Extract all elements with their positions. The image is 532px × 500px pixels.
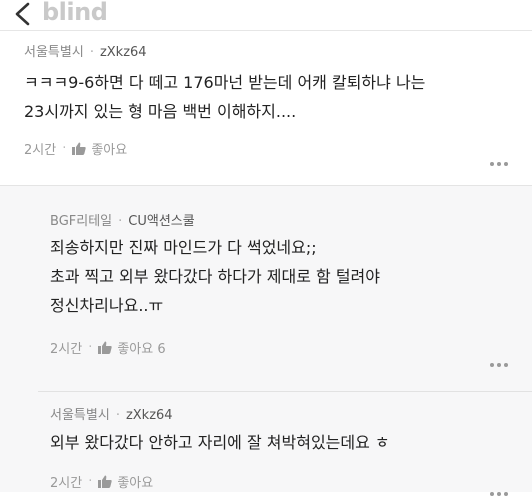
reply-time: 2시간 [50,342,83,357]
reply-body: 죄송하지만 진짜 마인드가 다 썩었네요;; 초과 찍고 외부 왔다갔다 하다가… [50,233,380,320]
nickname: zXkz64 [125,408,173,423]
top-bar: blind [0,0,532,30]
thumbs-up-icon[interactable] [98,475,113,488]
reply-line: 초과 찍고 외부 왔다갔다 하다가 제대로 함 털려야 [50,267,381,286]
comment: 서울특별시 · zXkz64 ㅋㅋㅋ9-6하면 다 떼고 176마넌 받는데 어캐 … [0,31,532,185]
brand-logo: blind [42,0,108,26]
meta-separator: · [89,45,94,60]
meta-separator: · [115,408,120,423]
reply-footer: 2시간 · 좋아요 [50,472,153,491]
like-button[interactable]: 좋아요 [117,472,153,491]
reply-author: 서울특별시 · zXkz64 [50,404,173,423]
comment-line: ㅋㅋㅋ9-6하면 다 떼고 176마넌 받는데 어캐 칼퇴하냐 나는 [24,73,426,92]
reply-line: 정신차리나요..ㅠ [50,296,164,315]
comment-footer: 2시간 · 좋아요 [24,139,127,158]
meta-separator: · [118,214,123,229]
comment-time: 2시간 [24,143,57,158]
more-options-icon[interactable] [490,352,512,367]
reply-section: BGF리테일 · CU액션스쿨 죄송하지만 진짜 마인드가 다 썩었네요;; 초과 … [0,185,532,496]
reply-footer: 2시간 · 좋아요 6 [50,338,166,357]
divider [38,391,532,392]
nickname: zXkz64 [99,45,147,60]
comment-author: 서울특별시 · zXkz64 [24,41,147,60]
company-name: 서울특별시 [24,45,84,60]
reply-author: BGF리테일 · CU액션스쿨 [50,210,195,229]
thumbs-up-icon[interactable] [72,142,87,155]
thumbs-up-icon[interactable] [98,341,113,354]
nickname: CU액션스쿨 [128,214,195,229]
reply-line: 죄송하지만 진짜 마인드가 다 썩었네요;; [50,238,317,257]
meta-separator: · [88,474,93,489]
like-button[interactable]: 좋아요 [91,139,127,158]
company-name: BGF리테일 [50,214,113,229]
reply-line: 외부 왔다갔다 안하고 자리에 잘 쳐박혀있는데요 ㅎ [50,433,390,452]
back-arrow-icon[interactable] [12,2,34,26]
more-options-icon[interactable] [490,481,512,496]
company-name: 서울특별시 [50,408,110,423]
meta-separator: · [62,141,67,156]
reply-time: 2시간 [50,476,83,491]
meta-separator: · [88,340,93,355]
comment-body: ㅋㅋㅋ9-6하면 다 떼고 176마넌 받는데 어캐 칼퇴하냐 나는 23시까지… [24,68,425,126]
comment-line: 23시까지 있는 형 마음 백번 이해하지.... [24,102,297,121]
more-options-icon[interactable] [490,151,512,166]
reply-body: 외부 왔다갔다 안하고 자리에 잘 쳐박혀있는데요 ㅎ [50,428,390,457]
like-button[interactable]: 좋아요 6 [117,338,165,357]
